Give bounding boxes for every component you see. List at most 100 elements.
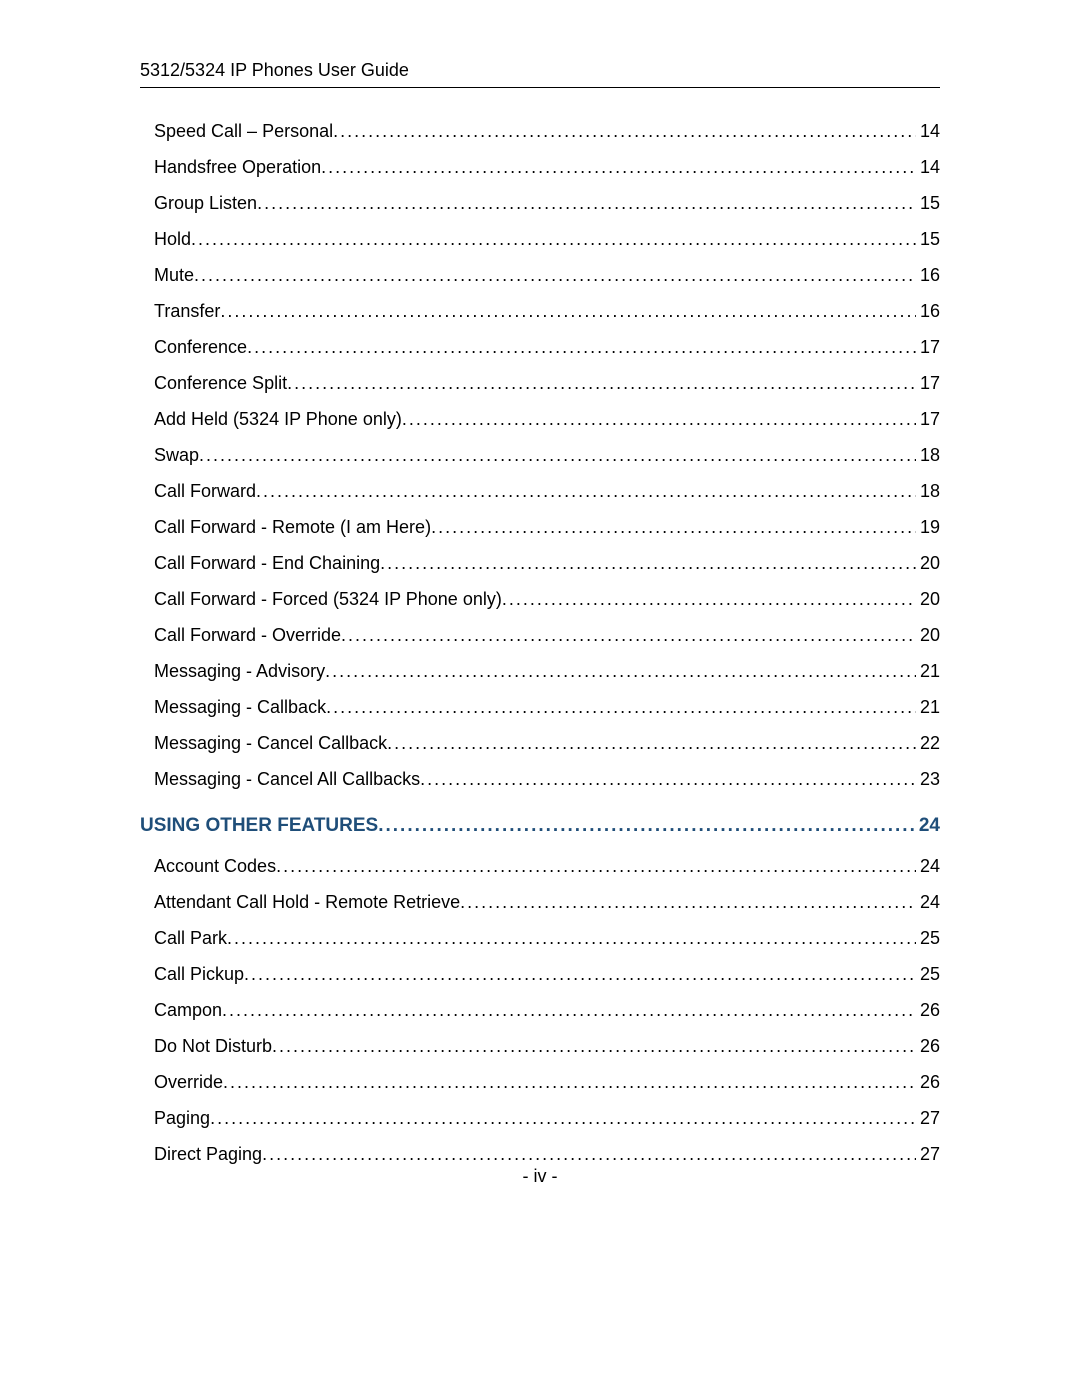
toc-entry-page-number: 14 <box>916 158 940 176</box>
toc-entry-page-number: 18 <box>916 446 940 464</box>
toc-entry-page-number: 27 <box>916 1109 940 1127</box>
toc-leader-dots: ........................................… <box>257 194 916 212</box>
toc-entry-title: Mute <box>154 266 194 284</box>
toc-entry-title: Conference <box>154 338 247 356</box>
toc-entry: Paging..................................… <box>140 1109 940 1127</box>
toc-entry-page-number: 19 <box>916 518 940 536</box>
toc-entry: Do Not Disturb..........................… <box>140 1037 940 1055</box>
toc-entry-title: Messaging - Cancel All Callbacks <box>154 770 420 788</box>
toc-entry: Messaging - Cancel All Callbacks........… <box>140 770 940 788</box>
toc-entry: Messaging - Advisory....................… <box>140 662 940 680</box>
toc-entry-page-number: 25 <box>916 929 940 947</box>
toc-entry-title: Attendant Call Hold - Remote Retrieve <box>154 893 460 911</box>
toc-entry-page-number: 21 <box>916 662 940 680</box>
toc-leader-dots: ........................................… <box>380 554 916 572</box>
toc-entry-title: Call Pickup <box>154 965 244 983</box>
toc-entry-title: Messaging - Callback <box>154 698 326 716</box>
toc-leader-dots: ........................................… <box>223 1073 916 1091</box>
toc-entry: Call Forward - Override.................… <box>140 626 940 644</box>
toc-entry-title: Call Forward - End Chaining <box>154 554 380 572</box>
toc-entry-page-number: 22 <box>916 734 940 752</box>
toc-entry-page-number: 14 <box>916 122 940 140</box>
toc-entry-title: Group Listen <box>154 194 257 212</box>
toc-entry-page-number: 17 <box>916 374 940 392</box>
toc-entry-title: Hold <box>154 230 191 248</box>
toc-entry: Call Pickup.............................… <box>140 965 940 983</box>
toc-entry-page-number: 15 <box>916 194 940 212</box>
toc-entry: Conference..............................… <box>140 338 940 356</box>
toc-entry: Transfer................................… <box>140 302 940 320</box>
toc-entry-title: Add Held (5324 IP Phone only) <box>154 410 402 428</box>
toc-entry: Speed Call – Personal...................… <box>140 122 940 140</box>
toc-leader-dots: ........................................… <box>321 158 916 176</box>
toc-section-heading: USING OTHER FEATURES....................… <box>140 816 940 835</box>
toc-entry-title: Handsfree Operation <box>154 158 321 176</box>
running-header: 5312/5324 IP Phones User Guide <box>140 60 940 88</box>
toc-entry-page-number: 16 <box>916 302 940 320</box>
toc-entry: Messaging - Callback....................… <box>140 698 940 716</box>
toc-entry-title: Do Not Disturb <box>154 1037 272 1055</box>
toc-entry-page-number: 20 <box>916 626 940 644</box>
toc-entry-page-number: 27 <box>916 1145 940 1163</box>
toc-leader-dots: ........................................… <box>341 626 916 644</box>
toc-leader-dots: ........................................… <box>199 446 916 464</box>
toc-leader-dots: ........................................… <box>220 302 916 320</box>
toc-entry-title: Call Forward - Remote (I am Here) <box>154 518 431 536</box>
toc-leader-dots: ........................................… <box>244 965 916 983</box>
toc-entry-title: Campon <box>154 1001 222 1019</box>
page-footer: - iv - <box>0 1166 1080 1187</box>
toc-entry-title: Transfer <box>154 302 220 320</box>
toc-leader-dots: ........................................… <box>460 893 916 911</box>
toc-entry-title: Call Forward - Forced (5324 IP Phone onl… <box>154 590 502 608</box>
toc-entry-title: Account Codes <box>154 857 276 875</box>
toc-leader-dots: ........................................… <box>502 590 916 608</box>
toc-entry-title: Paging <box>154 1109 210 1127</box>
toc-entry-page-number: 24 <box>916 893 940 911</box>
toc-entry: Mute....................................… <box>140 266 940 284</box>
toc-entry-title: Speed Call – Personal <box>154 122 333 140</box>
toc-leader-dots: ........................................… <box>431 518 916 536</box>
toc-entry-title: Messaging - Cancel Callback <box>154 734 387 752</box>
toc-entry: Direct Paging...........................… <box>140 1145 940 1163</box>
toc-leader-dots: ........................................… <box>227 929 916 947</box>
toc-leader-dots: ........................................… <box>387 734 916 752</box>
toc-entry-title: Messaging - Advisory <box>154 662 325 680</box>
toc-entry: Campon..................................… <box>140 1001 940 1019</box>
toc-entry: Call Forward............................… <box>140 482 940 500</box>
toc-leader-dots: ........................................… <box>272 1037 916 1055</box>
toc-entry-page-number: 15 <box>916 230 940 248</box>
toc-entry-page-number: 20 <box>916 554 940 572</box>
toc-leader-dots: ........................................… <box>276 857 916 875</box>
toc-entry: Messaging - Cancel Callback.............… <box>140 734 940 752</box>
toc-leader-dots: ........................................… <box>287 374 916 392</box>
toc-entry: Attendant Call Hold - Remote Retrieve...… <box>140 893 940 911</box>
toc-entry-title: Swap <box>154 446 199 464</box>
toc-entry: Override................................… <box>140 1073 940 1091</box>
toc-entry-page-number: 21 <box>916 698 940 716</box>
toc-entry-page-number: 26 <box>916 1037 940 1055</box>
toc-leader-dots: ........................................… <box>326 698 916 716</box>
toc-leader-dots: ........................................… <box>191 230 916 248</box>
toc-entry-page-number: 18 <box>916 482 940 500</box>
toc-entry: Hold....................................… <box>140 230 940 248</box>
toc-entry-title: Conference Split <box>154 374 287 392</box>
toc-entry-page-number: 26 <box>916 1001 940 1019</box>
toc-leader-dots: ........................................… <box>194 266 916 284</box>
toc-entry: Call Forward - Forced (5324 IP Phone onl… <box>140 590 940 608</box>
toc-entry-page-number: 17 <box>916 410 940 428</box>
toc-entry: Handsfree Operation.....................… <box>140 158 940 176</box>
toc-entry-title: Direct Paging <box>154 1145 262 1163</box>
toc-entry-page-number: 23 <box>916 770 940 788</box>
toc-leader-dots: ........................................… <box>420 770 916 788</box>
toc-entry-page-number: 24 <box>915 816 940 835</box>
toc-leader-dots: ........................................… <box>222 1001 916 1019</box>
toc-entry: Swap....................................… <box>140 446 940 464</box>
toc-leader-dots: ........................................… <box>402 410 916 428</box>
toc-entry: Account Codes...........................… <box>140 857 940 875</box>
toc-leader-dots: ........................................… <box>210 1109 916 1127</box>
toc-leader-dots: ........................................… <box>247 338 916 356</box>
table-of-contents: Speed Call – Personal...................… <box>140 122 940 1163</box>
toc-entry-page-number: 17 <box>916 338 940 356</box>
toc-leader-dots: ........................................… <box>325 662 916 680</box>
toc-leader-dots: ........................................… <box>333 122 916 140</box>
